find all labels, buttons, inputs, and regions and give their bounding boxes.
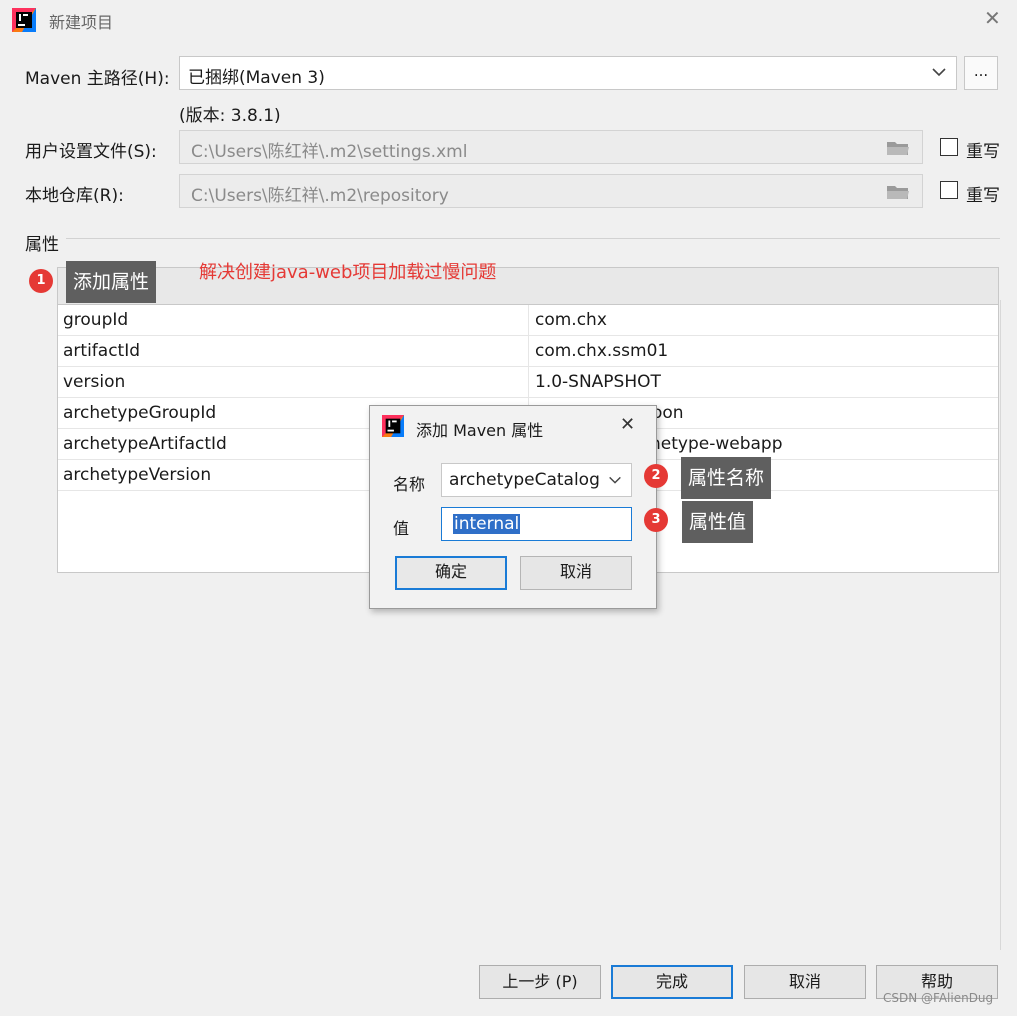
properties-section-label: 属性 (25, 235, 59, 255)
property-key: archetypeArtifactId (63, 434, 227, 454)
property-key: archetypeGroupId (63, 403, 217, 423)
dialog-cancel-button[interactable]: 取消 (520, 556, 632, 590)
annotation-badge-2: 2 (644, 464, 668, 488)
property-value: 1.0-SNAPSHOT (535, 372, 661, 392)
property-value: com.chx (535, 310, 607, 330)
user-settings-field[interactable]: C:\Users\陈红祥\.m2\settings.xml (179, 130, 923, 164)
property-value: netype-webapp (650, 434, 783, 454)
table-row[interactable]: groupId com.chx (58, 305, 998, 336)
table-row[interactable]: artifactId com.chx.ssm01 (58, 336, 998, 367)
local-repo-override-checkbox[interactable] (940, 181, 958, 199)
maven-home-value: 已捆绑(Maven 3) (188, 68, 325, 88)
property-name-value: archetypeCatalog (449, 470, 600, 490)
window-title: 新建项目 (49, 13, 114, 32)
chevron-down-icon[interactable] (930, 63, 948, 81)
finish-button[interactable]: 完成 (611, 965, 733, 999)
local-repo-field[interactable]: C:\Users\陈红祥\.m2\repository (179, 174, 923, 208)
folder-icon[interactable] (886, 139, 910, 157)
local-repo-value: C:\Users\陈红祥\.m2\repository (191, 186, 449, 206)
chevron-down-icon[interactable] (607, 472, 623, 488)
user-settings-label: 用户设置文件(S): (25, 142, 157, 162)
maven-home-combobox[interactable]: 已捆绑(Maven 3) (179, 56, 957, 90)
property-key: archetypeVersion (63, 465, 212, 485)
local-repo-override-label: 重写 (966, 186, 1000, 206)
previous-button[interactable]: 上一步 (P) (479, 965, 601, 999)
dialog-close-icon[interactable]: ✕ (620, 414, 635, 435)
name-callout: 属性名称 (681, 457, 772, 499)
intellij-logo-icon (382, 415, 404, 437)
cancel-button[interactable]: 取消 (744, 965, 866, 999)
property-value: com.chx.ssm01 (535, 341, 669, 361)
maven-home-label: Maven 主路径(H): (25, 69, 170, 89)
section-divider (66, 238, 1000, 239)
user-settings-override-checkbox[interactable] (940, 138, 958, 156)
annotation-badge-1: 1 (29, 269, 53, 293)
value-callout: 属性值 (682, 501, 754, 543)
property-name-combobox[interactable]: archetypeCatalog (441, 463, 632, 497)
annotation-badge-3: 3 (644, 508, 668, 532)
annotation-note: 解决创建java-web项目加载过慢问题 (199, 262, 497, 283)
table-row[interactable]: version 1.0-SNAPSHOT (58, 367, 998, 398)
close-icon[interactable]: ✕ (984, 6, 1001, 30)
property-key: artifactId (63, 341, 141, 361)
scrollbar[interactable] (1000, 300, 1001, 950)
user-settings-value: C:\Users\陈红祥\.m2\settings.xml (191, 142, 468, 162)
add-maven-property-dialog: 添加 Maven 属性 ✕ 名称 archetypeCatalog 值 inte… (369, 405, 657, 609)
value-label: 值 (393, 519, 410, 538)
property-key: version (63, 372, 126, 392)
maven-home-browse-button[interactable]: ... (964, 56, 998, 90)
folder-icon[interactable] (886, 183, 910, 201)
property-value-input[interactable]: internal (441, 507, 632, 541)
maven-version-note: (版本: 3.8.1) (179, 106, 281, 126)
ok-button[interactable]: 确定 (395, 556, 507, 590)
property-key: groupId (63, 310, 129, 330)
user-settings-override-label: 重写 (966, 142, 1000, 162)
add-property-button[interactable]: 添加属性 (66, 261, 157, 303)
name-label: 名称 (393, 475, 426, 494)
intellij-logo-icon (12, 8, 36, 32)
property-value-text: internal (453, 514, 521, 534)
watermark: CSDN @FAlienDug (883, 991, 994, 1005)
dialog-title: 添加 Maven 属性 (416, 421, 544, 440)
local-repo-label: 本地仓库(R): (25, 186, 124, 206)
